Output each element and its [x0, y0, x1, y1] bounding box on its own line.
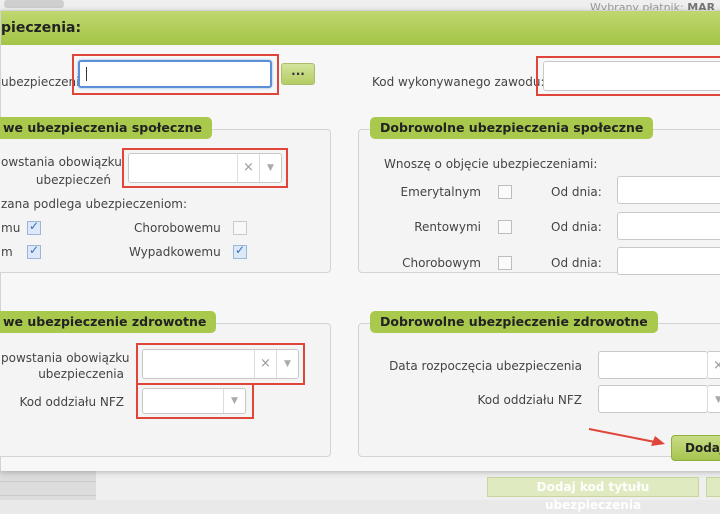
- voluntary-pension-label: Emerytalnym: [400, 185, 481, 199]
- nfz-branch-label: Kod oddziału NFZ: [19, 395, 124, 409]
- social-item-label: Chorobowemu: [134, 221, 221, 235]
- voluntary-health-start-label: Data rozpoczęcia ubezpieczenia: [389, 359, 582, 373]
- health-obligation-label-line1: powstania obowiązku: [1, 351, 130, 365]
- voluntary-nfz-input[interactable]: [598, 385, 708, 413]
- highlight-nfz-branch: [136, 383, 254, 419]
- voluntary-nfz-label: Kod oddziału NFZ: [477, 393, 582, 407]
- clear-icon[interactable]: ×: [707, 352, 720, 378]
- voluntary-sickness-date-input[interactable]: [617, 247, 720, 275]
- pension-checkbox[interactable]: [27, 219, 41, 235]
- voluntary-disability-date-input[interactable]: [617, 212, 720, 240]
- add-insurance-title-button[interactable]: Dodaj kod tytułu ubezpieczenia: [487, 477, 699, 512]
- mandatory-social-insurance-title: we ubezpieczenia społeczne: [0, 117, 212, 139]
- social-subject-label: zana podlega ubezpieczeniom:: [1, 197, 188, 211]
- highlight-insurance-code: [72, 54, 279, 95]
- voluntary-sickness-label: Chorobowym: [402, 256, 481, 270]
- from-date-label: Od dnia:: [551, 256, 602, 270]
- annotation-arrow-icon: [588, 428, 665, 446]
- social-obligation-label-line1: owstania obowiązku: [1, 155, 122, 169]
- voluntary-sickness-checkbox[interactable]: [498, 256, 512, 270]
- disability-checkbox[interactable]: [27, 243, 41, 259]
- chevron-down-icon[interactable]: ▼: [707, 386, 720, 412]
- sickness-checkbox[interactable]: [233, 221, 247, 235]
- from-date-label: Od dnia:: [551, 220, 602, 234]
- highlight-social-obligation: [122, 148, 288, 188]
- voluntary-disability-label: Rentowymi: [414, 220, 481, 234]
- health-obligation-label-line2: ubezpieczenia: [38, 367, 124, 381]
- voluntary-pension-date-input[interactable]: [617, 176, 720, 204]
- dialog-title: pieczenia:: [1, 20, 82, 36]
- dialog-body: ubezpieczenia: ... Kod wykonywanego zawo…: [0, 45, 720, 471]
- social-item-label: mu: [1, 221, 21, 235]
- voluntary-health-start-combo[interactable]: ×: [707, 351, 720, 379]
- background-secondary-button[interactable]: [706, 477, 720, 497]
- accident-checkbox[interactable]: [233, 243, 247, 259]
- voluntary-health-insurance-title: Dobrowolne ubezpieczenie zdrowotne: [370, 311, 658, 333]
- profession-code-label: Kod wykonywanego zawodu:: [372, 75, 545, 89]
- dialog-header: pieczenia:: [1, 11, 720, 45]
- voluntary-disability-checkbox[interactable]: [498, 220, 512, 234]
- add-button[interactable]: Dodaj: [671, 435, 720, 461]
- insurance-code-lookup-button[interactable]: ...: [281, 63, 315, 85]
- social-obligation-label-line2: ubezpieczeń: [35, 173, 111, 187]
- voluntary-health-start-input[interactable]: [598, 351, 708, 379]
- background-tab: [4, 0, 64, 8]
- social-item-label: m: [1, 245, 13, 259]
- insurance-dialog: pieczenia: ubezpieczenia: ... Kod wykony…: [0, 10, 720, 471]
- highlight-profession-code: [536, 56, 720, 96]
- voluntary-pension-checkbox[interactable]: [498, 185, 512, 199]
- voluntary-social-insurance-title: Dobrowolne ubezpieczenia społeczne: [370, 117, 654, 139]
- social-item-label: Wypadkowemu: [129, 245, 221, 259]
- mandatory-health-insurance-title: we ubezpieczenie zdrowotne: [0, 311, 217, 333]
- highlight-health-obligation: [136, 343, 305, 385]
- from-date-label: Od dnia:: [551, 185, 602, 199]
- voluntary-subject-label: Wnoszę o objęcie ubezpieczeniami:: [384, 157, 598, 171]
- voluntary-nfz-combo[interactable]: ▼: [707, 385, 720, 413]
